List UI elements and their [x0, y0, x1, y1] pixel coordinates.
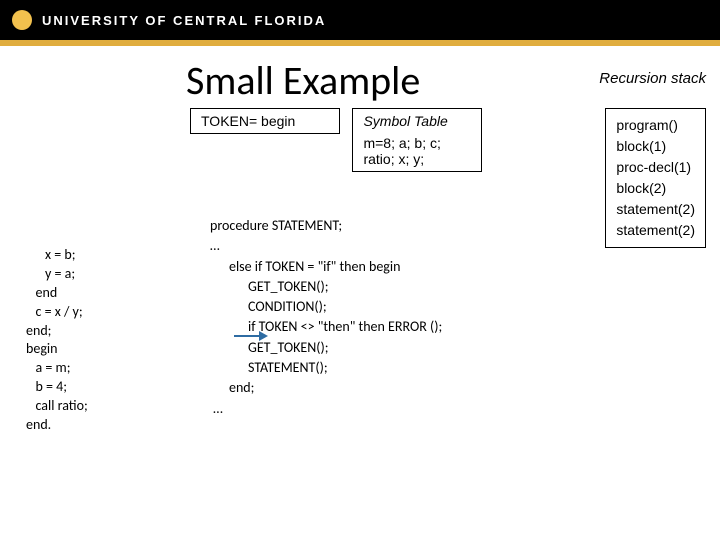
header-bar: UNIVERSITY OF CENTRAL FLORIDA: [0, 0, 720, 40]
arrow-icon: [234, 331, 268, 341]
stack-item: statement(2): [616, 199, 695, 220]
procedure-code: procedure STATEMENT; … else if TOKEN = "…: [210, 216, 442, 419]
stack-item: block(2): [616, 178, 695, 199]
recursion-stack-label: Recursion stack: [599, 70, 706, 87]
symbol-table-contents: m=8; a; b; c; ratio; x; y;: [363, 135, 440, 167]
symbol-table-label: Symbol Table: [363, 113, 471, 129]
slide-content: Small Example Recursion stack TOKEN= beg…: [0, 46, 720, 105]
info-boxes: TOKEN= begin Symbol Table m=8; a; b; c; …: [190, 108, 482, 172]
symbol-table-box: Symbol Table m=8; a; b; c; ratio; x; y;: [352, 108, 482, 172]
arrow-line: [234, 335, 260, 337]
source-code-snippet: x = b; y = a; end c = x / y; end; begin …: [26, 246, 88, 435]
arrow-head: [259, 331, 268, 341]
stack-item: block(1): [616, 136, 695, 157]
recursion-stack-box: program() block(1) proc-decl(1) block(2)…: [605, 108, 706, 248]
university-name: UNIVERSITY OF CENTRAL FLORIDA: [42, 13, 326, 28]
stack-item: proc-decl(1): [616, 157, 695, 178]
pegasus-icon: [12, 10, 32, 30]
stack-item: program(): [616, 115, 695, 136]
token-label: TOKEN= begin: [201, 113, 295, 129]
token-box: TOKEN= begin: [190, 108, 340, 134]
stack-item: statement(2): [616, 220, 695, 241]
